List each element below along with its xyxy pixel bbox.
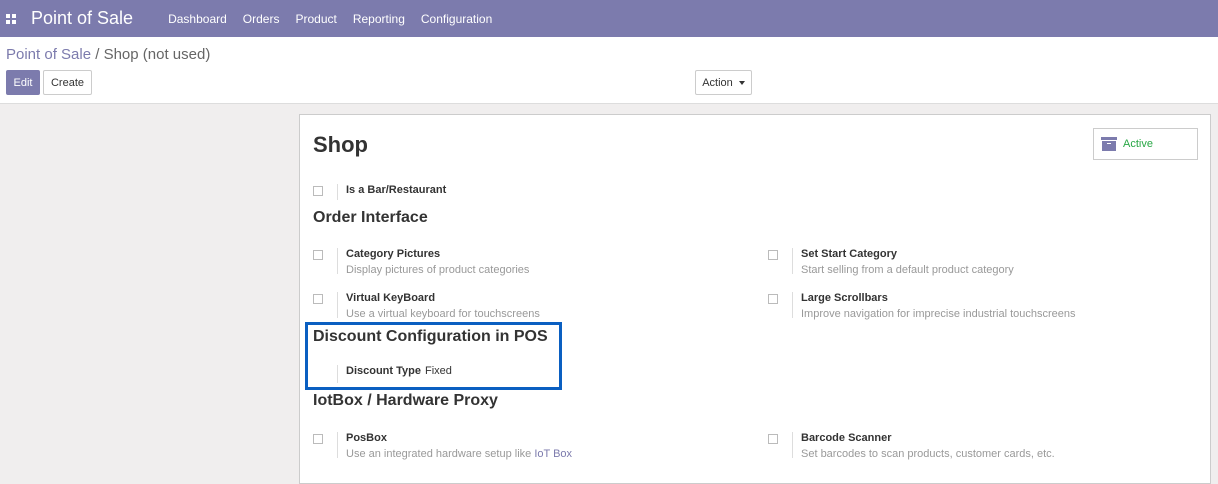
setting-divider — [337, 248, 338, 274]
caret-down-icon — [738, 80, 745, 85]
posbox-desc: Use an integrated hardware setup like Io… — [346, 448, 572, 460]
menu-reporting[interactable]: Reporting — [353, 12, 405, 26]
left-empty-area — [0, 114, 298, 470]
posbox-label: PosBox — [346, 432, 387, 444]
apps-grid-icon[interactable] — [3, 11, 19, 27]
setting-discount-type: Discount Type Fixed — [313, 365, 553, 387]
setting-divider — [792, 292, 793, 318]
large-scrollbars-checkbox[interactable] — [768, 294, 778, 304]
setting-divider — [337, 292, 338, 318]
discount-type-label: Discount Type — [346, 365, 421, 377]
category-pictures-desc: Display pictures of product categories — [346, 264, 530, 276]
action-dropdown-button[interactable]: Action — [695, 70, 752, 95]
barcode-scanner-checkbox[interactable] — [768, 434, 778, 444]
category-pictures-label: Category Pictures — [346, 248, 441, 260]
setting-is-bar: Is a Bar/Restaurant — [313, 184, 613, 210]
section-discount-config: Discount Configuration in POS — [313, 328, 548, 345]
setting-posbox: PosBox Use an integrated hardware setup … — [313, 432, 733, 462]
category-pictures-checkbox[interactable] — [313, 250, 323, 260]
control-panel: Point of Sale / Shop (not used) Edit Cre… — [0, 37, 1218, 104]
app-title[interactable]: Point of Sale — [31, 8, 133, 29]
menu-product[interactable]: Product — [295, 12, 336, 26]
start-category-desc: Start selling from a default product cat… — [801, 264, 1014, 276]
posbox-checkbox[interactable] — [313, 434, 323, 444]
large-scrollbars-label: Large Scrollbars — [801, 292, 888, 304]
large-scrollbars-desc: Improve navigation for imprecise industr… — [801, 308, 1076, 320]
setting-divider — [337, 184, 338, 200]
barcode-scanner-desc: Set barcodes to scan products, customer … — [801, 448, 1055, 460]
discount-type-value: Fixed — [424, 365, 452, 377]
virtual-keyboard-desc: Use a virtual keyboard for touchscreens — [346, 308, 540, 320]
virtual-keyboard-checkbox[interactable] — [313, 294, 323, 304]
setting-divider — [337, 365, 338, 383]
active-toggle-button[interactable]: Active — [1093, 128, 1198, 160]
record-title: Shop — [313, 132, 368, 157]
top-navbar: Point of Sale Dashboard Orders Product R… — [0, 0, 1218, 37]
menu-dashboard[interactable]: Dashboard — [168, 12, 227, 26]
virtual-keyboard-label: Virtual KeyBoard — [346, 292, 436, 304]
posbox-desc-text: Use an integrated hardware setup like — [346, 448, 535, 460]
breadcrumb-parent-link[interactable]: Point of Sale — [6, 46, 91, 63]
breadcrumb-current: Shop (not used) — [103, 46, 211, 63]
action-button-label: Action — [702, 76, 733, 89]
setting-category-pictures: Category Pictures Display pictures of pr… — [313, 248, 733, 278]
discount-type-field[interactable]: Discount Type Fixed — [346, 365, 452, 377]
is-bar-label: Is a Bar/Restaurant — [346, 184, 447, 196]
setting-divider — [792, 432, 793, 458]
section-iotbox: IotBox / Hardware Proxy — [313, 392, 498, 409]
setting-divider — [337, 432, 338, 458]
breadcrumb: Point of Sale / Shop (not used) — [6, 46, 210, 63]
form-sheet: Shop Active Is a Bar/Restaurant Order In… — [299, 114, 1211, 484]
barcode-scanner-label: Barcode Scanner — [801, 432, 892, 444]
menu-orders[interactable]: Orders — [243, 12, 280, 26]
setting-start-category: Set Start Category Start selling from a … — [768, 248, 1188, 278]
setting-barcode-scanner: Barcode Scanner Set barcodes to scan pro… — [768, 432, 1188, 462]
archive-icon — [1101, 137, 1117, 151]
edit-button[interactable]: Edit — [6, 70, 40, 95]
menu-configuration[interactable]: Configuration — [421, 12, 492, 26]
setting-divider — [792, 248, 793, 274]
start-category-checkbox[interactable] — [768, 250, 778, 260]
iot-box-link[interactable]: IoT Box — [534, 448, 572, 460]
section-order-interface: Order Interface — [313, 209, 428, 226]
start-category-label: Set Start Category — [801, 248, 897, 260]
setting-large-scrollbars: Large Scrollbars Improve navigation for … — [768, 292, 1188, 322]
active-status-label: Active — [1123, 138, 1153, 150]
is-bar-checkbox[interactable] — [313, 186, 323, 196]
setting-virtual-keyboard: Virtual KeyBoard Use a virtual keyboard … — [313, 292, 733, 322]
create-button[interactable]: Create — [43, 70, 92, 95]
breadcrumb-separator: / — [95, 46, 100, 63]
